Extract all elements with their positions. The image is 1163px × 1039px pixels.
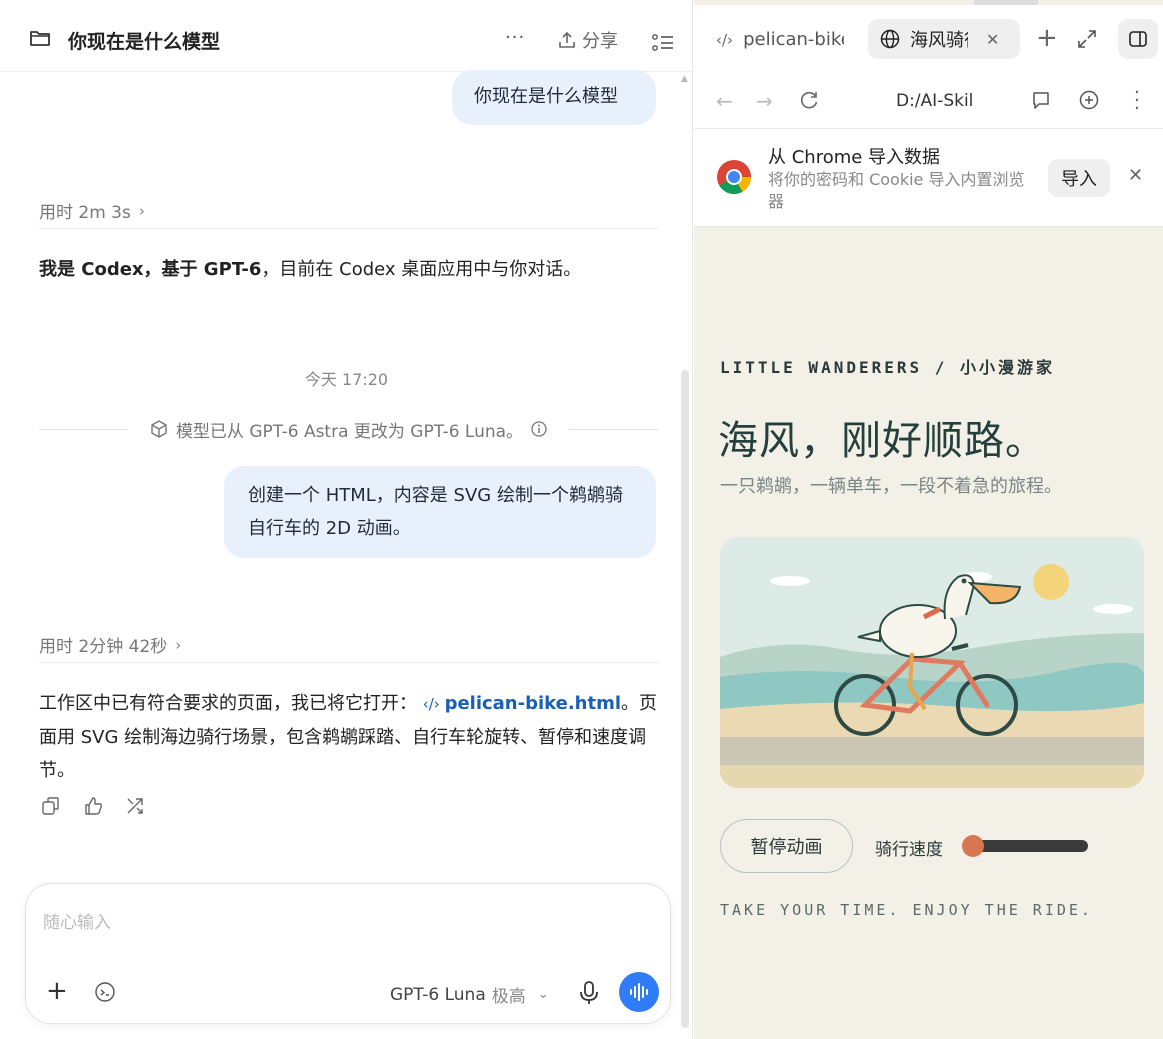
thinking-duration-label: 用时 2分钟 42秒: [39, 637, 168, 657]
microphone-icon[interactable]: [578, 980, 600, 1006]
assistant-message-text: 工作区中已有符合要求的页面，我已将它打开：: [39, 693, 417, 714]
waveform-icon: [630, 983, 648, 1001]
reasoning-effort: 极高: [491, 987, 526, 1007]
speed-slider-thumb[interactable]: [962, 835, 984, 857]
toggle-sidebar-button[interactable]: [1118, 19, 1158, 59]
import-button[interactable]: 导入: [1048, 159, 1110, 197]
thumbs-icon[interactable]: [82, 795, 104, 817]
model-change-text: 模型已从 GPT-6 Astra 更改为 GPT-6 Luna。: [175, 421, 524, 442]
chat-title: 你现在是什么模型: [68, 31, 221, 53]
tab-label: 海风骑行: [910, 30, 968, 51]
scrollbar-thumb[interactable]: [681, 370, 689, 1028]
model-change-notice: 模型已从 GPT-6 Astra 更改为 GPT-6 Luna。: [39, 415, 658, 443]
pause-animation-button[interactable]: 暂停动画: [720, 819, 853, 873]
assistant-message: 我是 Codex，基于 GPT-6，目前在 Codex 桌面应用中与你对话。: [39, 253, 661, 286]
share-icon: [559, 31, 575, 48]
day-separator: 今天 17:20: [304, 370, 389, 389]
fork-icon[interactable]: [124, 795, 146, 817]
chrome-logo-icon: [717, 160, 751, 194]
chat-pane: 你现在是什么模型 ··· 分享 ▲ 你现在是什么模型 用时 2m 3s › 我是…: [0, 0, 693, 1039]
assistant-message-bold: 我是 Codex，基于 GPT-6: [39, 259, 262, 280]
chevron-right-icon: ›: [175, 635, 182, 654]
share-label: 分享: [582, 31, 618, 52]
info-icon[interactable]: [531, 421, 547, 437]
file-link-label: pelican-bike.html: [444, 693, 622, 714]
thinking-duration[interactable]: 用时 2分钟 42秒 ›: [39, 632, 182, 658]
expand-icon[interactable]: [1077, 29, 1097, 49]
browser-tab-bar: ‹/› pelican-bike.html 海风骑行 ✕ +: [694, 5, 1163, 73]
composer-input[interactable]: 随心输入: [43, 908, 111, 933]
assistant-message: 工作区中已有符合要求的页面，我已将它打开： ‹/› pelican-bike.h…: [39, 687, 661, 787]
file-link[interactable]: ‹/› pelican-bike.html: [423, 693, 621, 714]
import-title: 从 Chrome 导入数据: [768, 147, 941, 168]
reload-icon[interactable]: [798, 89, 820, 111]
divider: [39, 428, 128, 430]
chevron-right-icon: ›: [138, 201, 145, 220]
code-icon: ‹/›: [716, 30, 734, 49]
sidebar-icon: [1129, 31, 1147, 47]
model-selector[interactable]: GPT-6 Luna 极高 ⌄: [390, 982, 549, 1008]
terminal-prompt-icon[interactable]: [94, 981, 116, 1003]
user-message: 你现在是什么模型: [452, 70, 656, 125]
pelican-bike-illustration: [720, 537, 1144, 788]
tab-pelican-bike[interactable]: ‹/› pelican-bike.html: [716, 29, 844, 50]
site-tagline: TAKE YOUR TIME. ENJOY THE RIDE.: [720, 901, 1093, 919]
more-options-button[interactable]: ···: [505, 27, 525, 48]
speed-label: 骑行速度: [875, 840, 943, 860]
back-icon[interactable]: ←: [716, 89, 733, 113]
add-circle-icon[interactable]: [1078, 89, 1100, 111]
code-icon: ‹/›: [422, 695, 445, 713]
browser-pane: ‹/› pelican-bike.html 海风骑行 ✕ +: [694, 0, 1163, 1039]
site-subtitle: 一只鹈鹕，一辆单车，一段不着急的旅程。: [720, 476, 1062, 497]
thinking-duration-label: 用时 2m 3s: [39, 203, 131, 223]
assistant-message-text: ，目前在 Codex 桌面应用中与你对话。: [261, 259, 582, 280]
user-message: 创建一个 HTML，内容是 SVG 绘制一个鹈鹕骑自行车的 2D 动画。: [224, 466, 656, 558]
site-title: 海风，刚好顺路。: [718, 418, 1046, 464]
address-bar[interactable]: D:/AI-Skills: [896, 91, 972, 111]
divider: [569, 428, 658, 430]
speed-slider[interactable]: [966, 840, 1088, 852]
close-icon[interactable]: ✕: [1128, 165, 1143, 186]
folder-icon[interactable]: [30, 29, 50, 47]
chevron-down-icon: ⌄: [537, 987, 549, 1002]
globe-icon: [880, 29, 900, 49]
thinking-duration[interactable]: 用时 2m 3s ›: [39, 198, 145, 224]
message-actions: [40, 795, 146, 817]
share-button[interactable]: 分享: [558, 27, 618, 53]
cube-icon: [151, 420, 167, 438]
browser-nav-bar: ← → D:/AI-Skills ···: [694, 73, 1163, 129]
site-brand: LITTLE WANDERERS / 小小漫游家: [720, 358, 1056, 377]
task-list-icon[interactable]: [652, 33, 674, 53]
chat-header: 你现在是什么模型 ··· 分享: [0, 5, 693, 72]
forward-icon[interactable]: →: [756, 89, 773, 113]
model-name: GPT-6 Luna: [390, 984, 486, 1005]
import-banner: 从 Chrome 导入数据 将你的密码和 Cookie 导入内置浏览器 导入 ✕: [694, 129, 1163, 227]
import-description: 将你的密码和 Cookie 导入内置浏览器: [768, 170, 1025, 211]
divider: [39, 228, 658, 229]
close-tab-icon[interactable]: ✕: [986, 30, 999, 49]
comment-icon[interactable]: [1030, 89, 1052, 111]
voice-send-button[interactable]: [619, 972, 659, 1012]
scroll-up-arrow[interactable]: ▲: [681, 74, 688, 84]
message-composer[interactable]: 随心输入 + GPT-6 Luna 极高 ⌄: [25, 883, 671, 1024]
new-tab-button[interactable]: +: [1036, 23, 1058, 53]
tab-active[interactable]: 海风骑行 ✕: [868, 19, 1020, 59]
more-vertical-icon[interactable]: · · ·: [1134, 84, 1140, 118]
tab-label: pelican-bike.html: [743, 29, 844, 50]
add-attachment-icon[interactable]: +: [46, 978, 68, 1004]
copy-icon[interactable]: [40, 795, 62, 817]
divider: [39, 662, 658, 663]
